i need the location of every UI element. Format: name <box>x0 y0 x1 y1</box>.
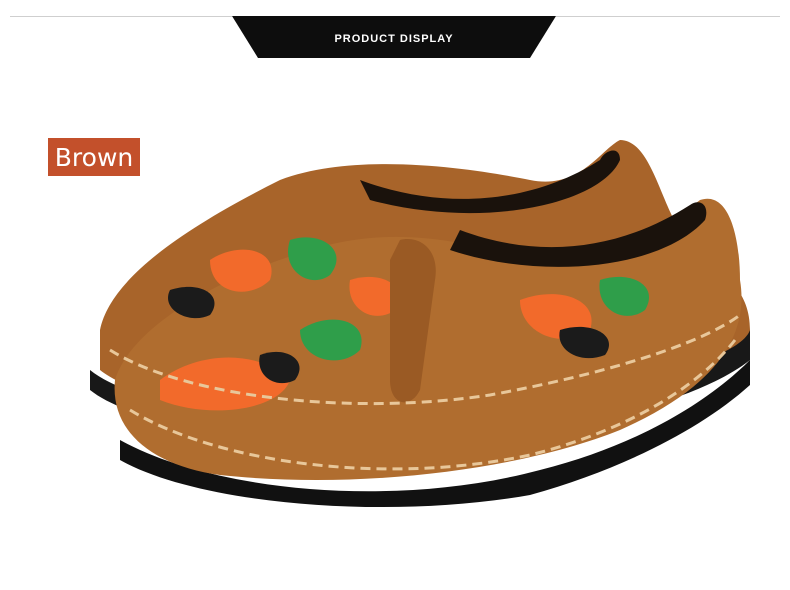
product-image <box>60 110 760 510</box>
banner-title: PRODUCT DISPLAY <box>334 33 454 45</box>
banner-divider-left <box>10 16 232 17</box>
section-banner: PRODUCT DISPLAY <box>232 16 556 58</box>
shoe-pair-illustration <box>90 140 750 508</box>
banner-divider-right <box>556 16 780 17</box>
